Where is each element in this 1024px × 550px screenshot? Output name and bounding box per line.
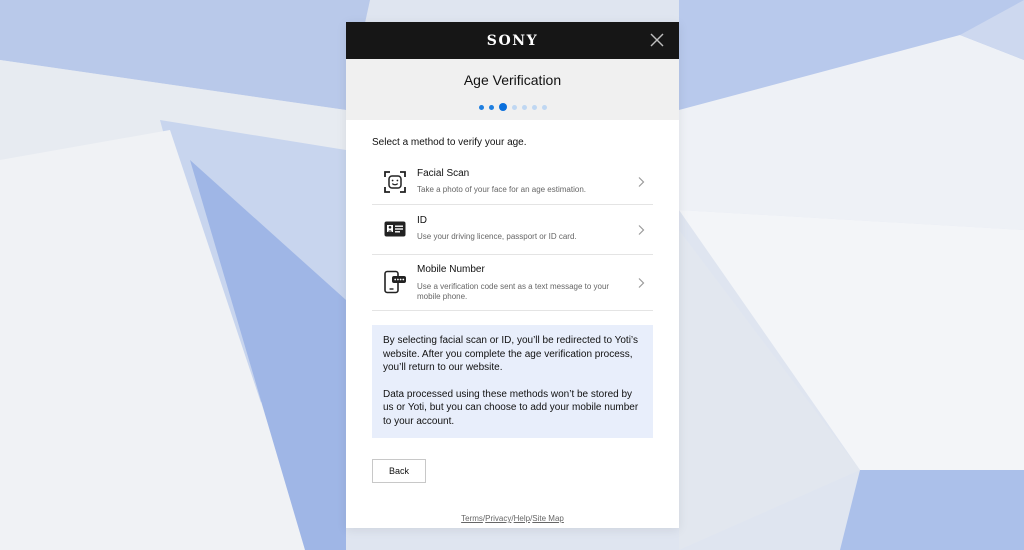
method-id[interactable]: ID Use your driving licence, passport or…	[372, 205, 653, 255]
footer-links: Terms/Privacy/Help/Site Map	[346, 514, 679, 523]
sony-logo: SONY	[486, 32, 539, 49]
face-scan-icon	[383, 171, 406, 193]
footer-link-terms[interactable]: Terms	[461, 514, 483, 523]
progress-dot	[521, 104, 527, 110]
page-title: Age Verification	[463, 72, 562, 88]
progress-dot	[541, 104, 547, 110]
mobile-phone-icon	[383, 270, 406, 294]
modal-header: SONY	[346, 22, 679, 59]
footer-link-help[interactable]: Help	[514, 514, 530, 523]
progress-dots	[346, 103, 679, 111]
progress-dot	[531, 104, 537, 110]
method-name: ID	[417, 215, 427, 226]
progress-dot	[478, 104, 484, 110]
progress-dot	[511, 104, 517, 110]
method-description: Take a photo of your face for an age est…	[417, 185, 586, 194]
content: Select a method to verify your age. Faci…	[346, 120, 679, 483]
method-description: Use a verification code sent as a text m…	[417, 282, 610, 301]
footer-link-privacy[interactable]: Privacy	[485, 514, 511, 523]
method-name: Mobile Number	[417, 264, 485, 275]
method-list: Facial Scan Take a photo of your face fo…	[372, 160, 653, 311]
progress-dot	[488, 104, 494, 110]
method-description: Use your driving licence, passport or ID…	[417, 232, 577, 241]
age-verification-modal: SONY Age Verification Select a method to…	[346, 22, 679, 528]
id-card-icon	[384, 221, 405, 237]
chevron-right-icon	[638, 225, 645, 235]
prompt-text: Select a method to verify your age.	[372, 137, 527, 148]
back-button[interactable]: Back	[372, 459, 426, 483]
info-paragraph: Data processed using these methods won’t…	[383, 388, 639, 427]
method-facial-scan[interactable]: Facial Scan Take a photo of your face fo…	[372, 160, 653, 205]
method-mobile-number[interactable]: Mobile Number Use a verification code se…	[372, 255, 653, 311]
footer-link-site-map[interactable]: Site Map	[532, 514, 564, 523]
method-name: Facial Scan	[417, 168, 470, 179]
info-box: By selecting facial scan or ID, you’ll b…	[372, 325, 653, 438]
chevron-right-icon	[638, 278, 645, 288]
title-area: Age Verification	[346, 59, 679, 120]
progress-dot-current	[498, 103, 507, 111]
info-paragraph: By selecting facial scan or ID, you’ll b…	[383, 335, 638, 373]
chevron-right-icon	[638, 177, 645, 187]
close-icon[interactable]	[649, 32, 665, 48]
